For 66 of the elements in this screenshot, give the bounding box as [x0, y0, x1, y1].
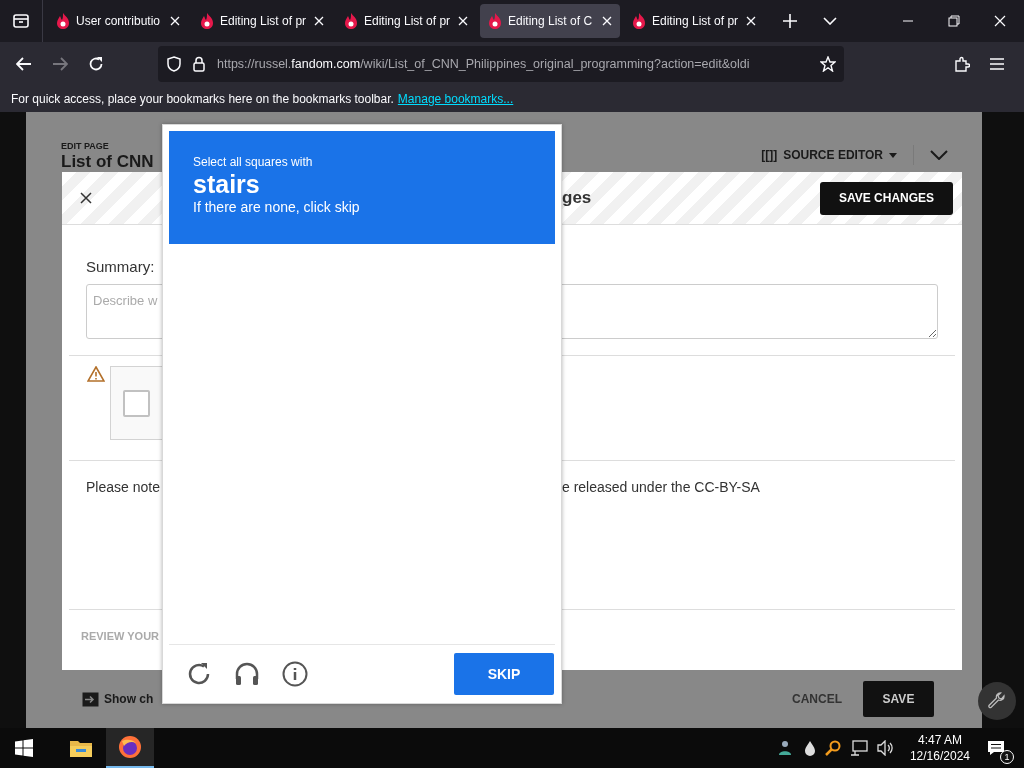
- license-notice: Please note: [86, 479, 160, 497]
- shield-icon[interactable]: [167, 56, 181, 72]
- diff-icon: [82, 691, 99, 707]
- show-changes-link[interactable]: Show ch: [104, 692, 154, 706]
- eyebrow-label: EDIT PAGE: [61, 140, 110, 152]
- summary-label: Summary:: [86, 258, 156, 275]
- tab-title: Editing List of pr: [364, 14, 452, 28]
- headphones-icon[interactable]: [234, 661, 260, 687]
- browser-tab[interactable]: Editing List of pr: [192, 4, 332, 38]
- browser-tab[interactable]: Editing List of pr: [336, 4, 476, 38]
- browser-tab[interactable]: User contributio: [48, 4, 188, 38]
- flame-icon: [488, 13, 502, 29]
- info-icon[interactable]: [282, 661, 308, 687]
- restore-icon[interactable]: [948, 15, 960, 27]
- flame-icon: [56, 13, 70, 29]
- folder-icon[interactable]: [70, 739, 92, 757]
- windows-logo-icon[interactable]: [15, 739, 33, 757]
- tab-title: Editing List of pr: [652, 14, 740, 28]
- captcha-target: stairs: [193, 169, 261, 199]
- source-editor-dropdown[interactable]: [[]] SOURCE EDITOR: [761, 148, 897, 162]
- puzzle-icon[interactable]: [954, 56, 970, 72]
- close-icon[interactable]: [80, 192, 92, 204]
- flame-icon: [200, 13, 214, 29]
- firefox-taskbar-button[interactable]: [106, 728, 154, 768]
- bookmarks-message: For quick access, place your bookmarks here on the bookmarks toolbar.: [11, 92, 394, 106]
- browser-tab[interactable]: Editing List of pr: [624, 4, 764, 38]
- magnifier-icon[interactable]: [824, 740, 841, 756]
- clock-date: 12/16/2024: [909, 748, 970, 764]
- notification-count: 1: [1000, 750, 1014, 764]
- notification-icon[interactable]: [987, 740, 1005, 756]
- license-notice: e released under the CC-BY-SA: [562, 479, 760, 497]
- lock-icon[interactable]: [193, 56, 205, 72]
- captcha-checkbox[interactable]: [123, 389, 150, 417]
- cancel-button[interactable]: CANCEL: [786, 691, 848, 707]
- clock-time: 4:47 AM: [917, 732, 962, 748]
- back-icon[interactable]: [16, 57, 32, 71]
- dialog-title: ges: [562, 188, 592, 208]
- tab-title: Editing List of pr: [220, 14, 308, 28]
- skip-button[interactable]: SKIP: [454, 653, 554, 695]
- tab-title: Editing List of C: [508, 14, 594, 28]
- droplet-icon[interactable]: [803, 740, 816, 756]
- address-bar[interactable]: https://russel.fandom.com/wiki/List_of_CNN_Philippines_original_programming?action=edit&oldi: [158, 46, 844, 82]
- flame-icon: [632, 13, 646, 29]
- network-icon[interactable]: [849, 740, 868, 756]
- warning-icon: [87, 366, 105, 382]
- save-button[interactable]: SAVE: [863, 681, 934, 717]
- save-changes-button[interactable]: SAVE CHANGES: [820, 181, 953, 215]
- captcha-prompt: Select all squares with: [193, 155, 314, 169]
- tab-title: User contributio: [76, 14, 162, 28]
- browser-tab[interactable]: Editing List of C: [480, 4, 620, 38]
- wrench-icon: [988, 692, 1006, 710]
- speaker-icon[interactable]: [876, 740, 895, 756]
- star-icon[interactable]: [820, 56, 836, 72]
- review-label: REVIEW YOUR: [81, 630, 161, 642]
- manage-bookmarks-link[interactable]: Manage bookmarks...: [397, 92, 514, 106]
- menu-icon[interactable]: [990, 58, 1004, 70]
- new-tab-icon[interactable]: [783, 14, 797, 28]
- reload-icon[interactable]: [186, 661, 212, 687]
- reload-icon[interactable]: [88, 56, 104, 72]
- page-title: List of CNN: [61, 152, 154, 172]
- captcha-hint: If there are none, click skip: [193, 199, 361, 215]
- wrench-button[interactable]: [978, 682, 1016, 720]
- url-text: https://russel.fandom.com/wiki/List_of_CNN_Philippines_original_programming?action=edit&oldi: [217, 57, 751, 71]
- globe-icon: [118, 735, 142, 759]
- caret-icon: [889, 152, 897, 158]
- flame-icon: [344, 13, 358, 29]
